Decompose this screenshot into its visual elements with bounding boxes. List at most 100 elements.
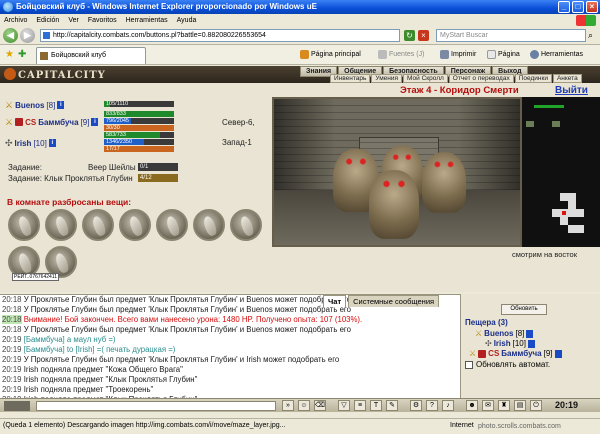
chat-timestamp[interactable]: 20:19 xyxy=(2,375,22,384)
minimap xyxy=(522,97,600,247)
smiley-icon[interactable]: ☺ xyxy=(298,400,310,411)
send-button[interactable]: » xyxy=(282,400,294,411)
item-slot[interactable] xyxy=(8,209,40,241)
player-name[interactable]: Irish xyxy=(494,339,511,348)
print-button[interactable]: Imprimir xyxy=(440,50,476,59)
clear-icon[interactable]: ⌫ xyxy=(314,400,326,411)
player-name[interactable]: Buenos xyxy=(15,101,44,110)
chat-timestamp[interactable]: 20:18 xyxy=(2,325,22,334)
item-slot[interactable] xyxy=(156,209,188,241)
swords-icon: ⚔ xyxy=(5,99,14,110)
add-favorite-icon[interactable]: ✚ xyxy=(18,49,26,60)
player-name[interactable]: Irish xyxy=(15,139,32,148)
back-button[interactable]: ◀ xyxy=(3,28,18,43)
chat-message: Irish подняла предмет "Клык Проклятья Гл… xyxy=(23,375,198,384)
minimize-button[interactable]: _ xyxy=(558,1,570,13)
rss-icon xyxy=(378,50,387,59)
tab-chat[interactable]: Чат xyxy=(323,295,347,307)
info-icon[interactable]: i xyxy=(91,118,99,126)
menu-archivo[interactable]: Archivo xyxy=(4,17,27,24)
info-icon[interactable] xyxy=(527,339,535,348)
subnav-inventory[interactable]: Инвентарь xyxy=(330,74,371,83)
item-slot[interactable] xyxy=(193,209,225,241)
chat-mode-icon[interactable] xyxy=(4,401,30,411)
player-name[interactable]: Buenos xyxy=(484,329,513,338)
game-clock: 20:19 xyxy=(555,400,579,410)
sound-icon[interactable]: ♪ xyxy=(442,400,454,411)
item-slot[interactable] xyxy=(82,209,114,241)
browser-tab[interactable]: Бойцовский клуб xyxy=(36,47,146,64)
tab-favicon xyxy=(40,52,48,60)
player-row: ⚔ CS Баммбуча [9] i xyxy=(5,116,99,128)
cave-player: ✣ Irish [10] xyxy=(485,339,535,348)
chat-timestamp[interactable]: 20:18 xyxy=(2,295,22,304)
subnav-skills[interactable]: Умения xyxy=(371,74,403,83)
info-icon[interactable] xyxy=(526,329,534,338)
page-menu-button[interactable]: Página xyxy=(487,50,520,59)
filter-icon[interactable]: ▽ xyxy=(338,400,350,411)
info-icon[interactable] xyxy=(554,349,562,358)
exit-game-icon[interactable]: ⏻ xyxy=(530,400,542,411)
menu-ver[interactable]: Ver xyxy=(68,17,79,24)
checkbox-box[interactable] xyxy=(465,360,473,369)
refresh-button[interactable]: ↻ xyxy=(404,30,415,41)
info-icon[interactable]: i xyxy=(48,139,56,147)
quest-progress: 0/1 xyxy=(138,163,178,171)
favorites-star-icon[interactable]: ★ xyxy=(5,49,14,60)
monster[interactable] xyxy=(369,170,419,239)
window-controls: _ □ × xyxy=(558,1,598,13)
cave-player: ⚔ Buenos [8] xyxy=(475,329,534,338)
translit-icon[interactable]: T xyxy=(370,400,382,411)
exit-link[interactable]: Выйти xyxy=(555,85,588,96)
menu-edicion[interactable]: Edición xyxy=(36,17,59,24)
note-icon[interactable]: ✎ xyxy=(386,400,398,411)
player-name[interactable]: Баммбуча xyxy=(38,118,78,127)
chat-timestamp[interactable]: 20:18 xyxy=(2,315,22,324)
subnav-battles[interactable]: Поединки xyxy=(514,74,552,83)
refresh-list-button[interactable]: Обновить xyxy=(501,304,547,315)
dungeon-view[interactable] xyxy=(272,97,522,247)
subnav-profile[interactable]: Анкета xyxy=(552,74,582,83)
search-icon[interactable]: ⌕ xyxy=(588,30,598,41)
info-icon[interactable]: i xyxy=(57,101,65,109)
site-sub-nav: Инвентарь Умения Мой Скролл Отчет о пере… xyxy=(330,74,582,83)
friends-icon[interactable]: ☻ xyxy=(466,400,478,411)
monster[interactable] xyxy=(422,152,466,213)
player-name[interactable]: Баммбуча xyxy=(501,349,541,358)
forward-button[interactable]: ▶ xyxy=(20,28,35,43)
auto-refresh-checkbox[interactable]: Обновлять автомат. xyxy=(465,360,550,369)
menu-herramientas[interactable]: Herramientas xyxy=(126,17,168,24)
chat-timestamp[interactable]: 20:19 xyxy=(2,385,22,394)
feeds-button[interactable]: Fuentes (J) xyxy=(378,50,424,59)
close-button[interactable]: × xyxy=(586,1,598,13)
maximize-button[interactable]: □ xyxy=(572,1,584,13)
chat-line: 20:19 Irish подняла предмет "Клык Прокля… xyxy=(2,375,458,385)
subnav-my-scroll[interactable]: Мой Скролл xyxy=(403,74,448,83)
item-slot[interactable] xyxy=(230,209,262,241)
home-button[interactable]: Página principal xyxy=(300,50,361,59)
clan-menu-icon[interactable]: ♜ xyxy=(498,400,510,411)
chat-timestamp[interactable]: 20:18 xyxy=(2,305,22,314)
chat-timestamp[interactable]: 20:19 xyxy=(2,365,22,374)
menu-ayuda[interactable]: Ayuda xyxy=(177,17,197,24)
log-icon[interactable]: ▤ xyxy=(514,400,526,411)
url-input[interactable]: http://capitalcity.combats.com/buttons.p… xyxy=(40,29,400,42)
tools-menu-button[interactable]: Herramientas xyxy=(530,50,583,59)
search-input[interactable]: MyStart Buscar xyxy=(436,29,586,42)
settings-icon[interactable]: ⚙ xyxy=(410,400,422,411)
stop-button[interactable]: × xyxy=(418,30,429,41)
chat-line: 20:18 У Проклятье Глубин был предмет 'Кл… xyxy=(2,325,458,335)
chat-timestamp[interactable]: 20:19 xyxy=(2,355,22,364)
chat-input[interactable] xyxy=(36,401,276,411)
chat-timestamp[interactable]: 20:19 xyxy=(2,335,22,344)
scroll-icon[interactable]: ≡ xyxy=(354,400,366,411)
help-icon[interactable]: ? xyxy=(426,400,438,411)
mail-icon[interactable]: ✉ xyxy=(482,400,494,411)
menu-favoritos[interactable]: Favoritos xyxy=(88,17,117,24)
item-slot[interactable] xyxy=(45,209,77,241)
item-slot[interactable] xyxy=(119,209,151,241)
tab-system-messages[interactable]: Системные сообщения xyxy=(348,295,440,307)
subnav-transfers[interactable]: Отчет о переводах xyxy=(448,74,514,83)
chat-timestamp[interactable]: 20:19 xyxy=(2,345,22,354)
chat-log[interactable]: 20:18 У Проклятье Глубин был предмет 'Кл… xyxy=(0,294,460,398)
